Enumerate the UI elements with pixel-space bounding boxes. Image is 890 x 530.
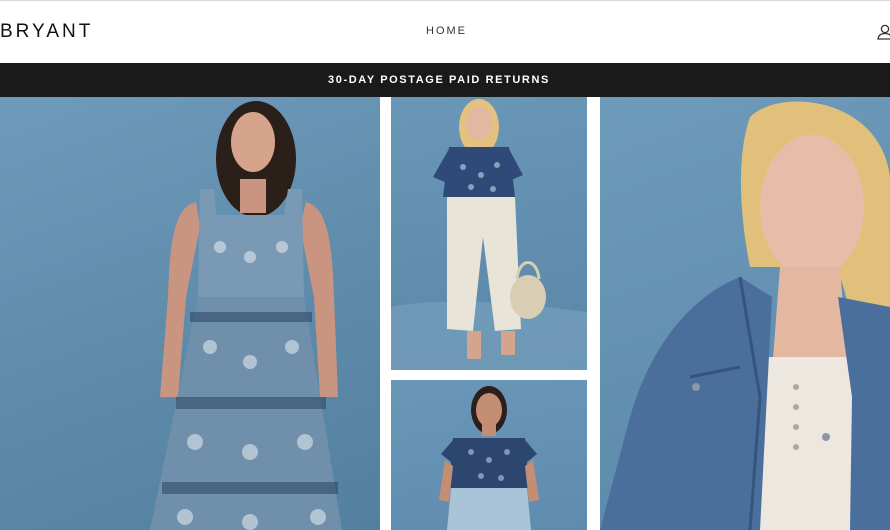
hero-image-ruffle-top[interactable] xyxy=(391,380,587,530)
hero-gallery xyxy=(0,97,890,530)
promo-banner-text: 30-DAY POSTAGE PAID RETURNS xyxy=(328,74,550,86)
site-header: BRYANT HOME xyxy=(0,0,890,62)
brand-logo[interactable]: BRYANT xyxy=(0,21,93,43)
nav-home-link[interactable]: HOME xyxy=(426,25,467,37)
promo-banner: 30-DAY POSTAGE PAID RETURNS xyxy=(0,63,890,97)
user-icon[interactable] xyxy=(876,23,890,41)
hero-image-floral-top[interactable] xyxy=(391,97,587,370)
hero-image-sundress[interactable] xyxy=(0,97,380,530)
hero-image-denim-jacket[interactable] xyxy=(600,97,890,530)
